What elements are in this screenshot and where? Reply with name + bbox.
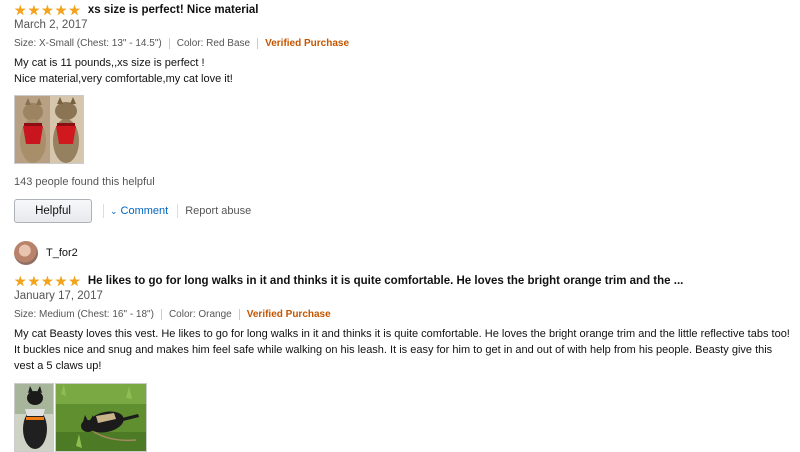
divider	[177, 204, 179, 218]
review-body: My cat is 11 pounds,,xs size is perfect …	[14, 55, 790, 87]
review-meta: Size: X-Small (Chest: 13" - 14.5") Color…	[14, 35, 790, 51]
star-icon: ★	[68, 2, 81, 18]
review-body: My cat Beasty loves this vest. He likes …	[14, 326, 790, 374]
review-1: ★ ★ ★ ★ ★ xs size is perfect! Nice mater…	[14, 0, 790, 164]
review-image-thumbnail[interactable]	[14, 95, 84, 164]
star-icon: ★	[14, 2, 27, 18]
review-title[interactable]: xs size is perfect! Nice material	[88, 4, 259, 16]
review-actions: Helpful ⌄ Comment Report abuse	[14, 199, 251, 223]
cat-red-harness-photo	[15, 96, 83, 163]
star-icon: ★	[27, 2, 41, 18]
divider	[103, 204, 104, 218]
review-title-row: ★ ★ ★ ★ ★ He likes to go for long walks …	[14, 271, 790, 291]
avatar[interactable]	[14, 241, 38, 265]
verified-purchase-badge[interactable]: Verified Purchase	[265, 38, 349, 49]
review-title-row: ★ ★ ★ ★ ★ xs size is perfect! Nice mater…	[14, 0, 790, 20]
review-image-gallery	[14, 95, 790, 164]
review-title[interactable]: He likes to go for long walks in it and …	[88, 275, 684, 287]
black-cat-grass-photo	[56, 384, 146, 451]
divider	[160, 308, 162, 320]
divider	[168, 37, 170, 49]
star-rating[interactable]: ★ ★ ★ ★ ★	[14, 274, 82, 288]
review-image-thumbnail[interactable]	[55, 383, 147, 452]
review-body-line: Nice material,very comfortable,my cat lo…	[14, 73, 233, 85]
color-option: Color: Red Base	[176, 37, 251, 49]
star-icon: ★	[41, 2, 54, 18]
review-meta: Size: Medium (Chest: 16" - 18") Color: O…	[14, 306, 790, 322]
review-image-gallery	[14, 383, 790, 452]
star-rating[interactable]: ★ ★ ★ ★ ★	[14, 3, 82, 17]
review-body-line: My cat Beasty loves this vest. He likes …	[14, 328, 790, 372]
helpful-button[interactable]: Helpful	[14, 199, 92, 223]
star-icon: ★	[68, 273, 81, 289]
review-2: T_for2 ★ ★ ★ ★ ★ He likes to go for long…	[14, 240, 790, 452]
comment-link[interactable]: ⌄ Comment	[110, 205, 168, 217]
star-icon: ★	[41, 273, 54, 289]
star-icon: ★	[27, 273, 41, 289]
size-option: Size: Medium (Chest: 16" - 18")	[14, 308, 154, 320]
star-icon: ★	[54, 273, 68, 289]
review-date: March 2, 2017	[14, 19, 88, 31]
comment-label: Comment	[120, 205, 169, 217]
star-icon: ★	[14, 273, 27, 289]
report-abuse-link[interactable]: Report abuse	[185, 205, 251, 217]
color-option: Color: Orange	[168, 308, 232, 320]
review-body-line: My cat is 11 pounds,,xs size is perfect …	[14, 57, 205, 69]
review-author[interactable]: T_for2	[14, 240, 790, 266]
divider	[238, 308, 240, 320]
divider	[257, 37, 259, 49]
review-date: January 17, 2017	[14, 290, 103, 302]
star-icon: ★	[54, 2, 68, 18]
verified-purchase-badge[interactable]: Verified Purchase	[247, 309, 331, 320]
chevron-down-icon: ⌄	[110, 205, 118, 216]
size-option: Size: X-Small (Chest: 13" - 14.5")	[14, 37, 162, 49]
helpful-count: 143 people found this helpful	[14, 176, 155, 188]
author-name[interactable]: T_for2	[46, 247, 78, 259]
review-image-thumbnail[interactable]	[14, 383, 54, 452]
black-cat-vest-photo	[15, 384, 53, 451]
